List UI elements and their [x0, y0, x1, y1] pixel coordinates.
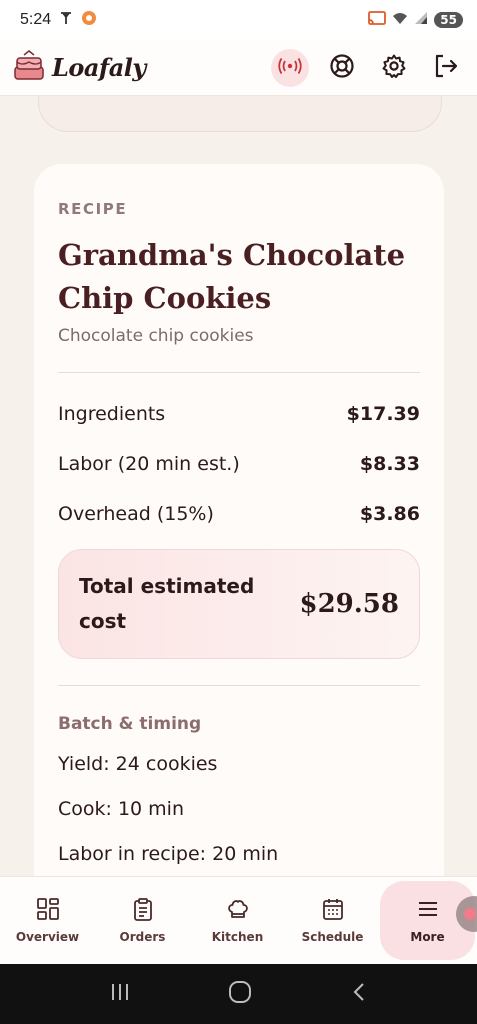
- batch-timing-title: Batch & timing: [58, 714, 202, 734]
- nav-overview[interactable]: Overview: [0, 877, 95, 964]
- divider: [58, 685, 420, 686]
- antenna-icon: [59, 11, 73, 29]
- nav-kitchen[interactable]: Kitchen: [190, 877, 285, 964]
- total-cost-label: Total estimated cost: [79, 574, 255, 633]
- system-nav-bar: [0, 964, 477, 1024]
- back-icon[interactable]: [348, 981, 370, 1007]
- chef-hat-icon: [226, 897, 250, 924]
- nav-schedule[interactable]: Schedule: [285, 877, 380, 964]
- app-header: Loafaly: [0, 40, 477, 96]
- signal-icon: [414, 11, 428, 29]
- nav-label: Overview: [15, 930, 80, 944]
- live-broadcast-button[interactable]: [271, 48, 309, 87]
- logout-icon: [433, 53, 459, 83]
- cost-amount: $8.33: [359, 453, 420, 475]
- menu-icon: [416, 897, 440, 924]
- recipe-subtitle: Chocolate chip cookies: [58, 326, 254, 346]
- previous-card: [38, 96, 442, 132]
- cost-label: Labor (20 min est.): [58, 453, 240, 475]
- recipe-cost-card: RECIPE Grandma's Chocolate Chip Cookies …: [34, 164, 444, 876]
- home-icon[interactable]: [227, 979, 253, 1009]
- timing-yield: Yield: 24 cookies: [58, 753, 218, 775]
- battery-level: 55: [434, 12, 463, 28]
- gear-icon: [381, 53, 407, 83]
- card-eyebrow: RECIPE: [58, 200, 128, 218]
- cost-row-ingredients: Ingredients $17.39: [58, 389, 420, 439]
- status-time: 5:24: [20, 11, 52, 28]
- divider: [58, 372, 420, 373]
- settings-button[interactable]: [375, 49, 413, 87]
- nav-label: Orders: [119, 930, 166, 944]
- nav-label: More: [410, 930, 445, 944]
- clipboard-icon: [131, 897, 155, 924]
- timing-labor: Labor in recipe: 20 min: [58, 843, 279, 865]
- broadcast-icon: [278, 57, 302, 79]
- cost-row-overhead: Overhead (15%) $3.86: [58, 489, 420, 539]
- cost-amount: $17.39: [346, 403, 420, 425]
- help-button[interactable]: [323, 49, 361, 87]
- cost-breakdown: Ingredients $17.39 Labor (20 min est.) $…: [58, 389, 420, 539]
- brand-name: Loafaly: [52, 53, 146, 82]
- cost-label: Overhead (15%): [58, 503, 214, 525]
- nav-orders[interactable]: Orders: [95, 877, 190, 964]
- recipe-title-line-2: Chip Cookies: [58, 281, 272, 315]
- cost-label: Ingredients: [58, 403, 166, 425]
- bottom-nav: Overview Orders Kitchen Schedule More: [0, 876, 477, 964]
- nav-label: Kitchen: [211, 930, 264, 944]
- app-notification-icon: [81, 10, 97, 30]
- recent-apps-icon[interactable]: [108, 981, 132, 1007]
- recipe-title-line-1: Grandma's Chocolate: [58, 238, 406, 272]
- cast-icon: [368, 11, 387, 29]
- cake-logo-icon: [12, 49, 46, 87]
- cost-amount: $3.86: [359, 503, 420, 525]
- grid-icon: [36, 897, 60, 924]
- status-bar: 5:24 55: [0, 0, 477, 40]
- cost-row-labor: Labor (20 min est.) $8.33: [58, 439, 420, 489]
- wifi-icon: [392, 11, 408, 29]
- lifebuoy-icon: [329, 53, 355, 83]
- calendar-icon: [321, 897, 345, 924]
- logout-button[interactable]: [427, 49, 465, 87]
- content-scroll[interactable]: RECIPE Grandma's Chocolate Chip Cookies …: [0, 96, 477, 876]
- total-cost-box: Total estimated cost $29.58: [58, 549, 420, 659]
- timing-cook: Cook: 10 min: [58, 798, 185, 820]
- brand[interactable]: Loafaly: [12, 49, 146, 87]
- total-cost-amount: $29.58: [299, 589, 399, 619]
- nav-label: Schedule: [301, 930, 364, 944]
- recipe-title: Grandma's Chocolate Chip Cookies: [58, 234, 420, 320]
